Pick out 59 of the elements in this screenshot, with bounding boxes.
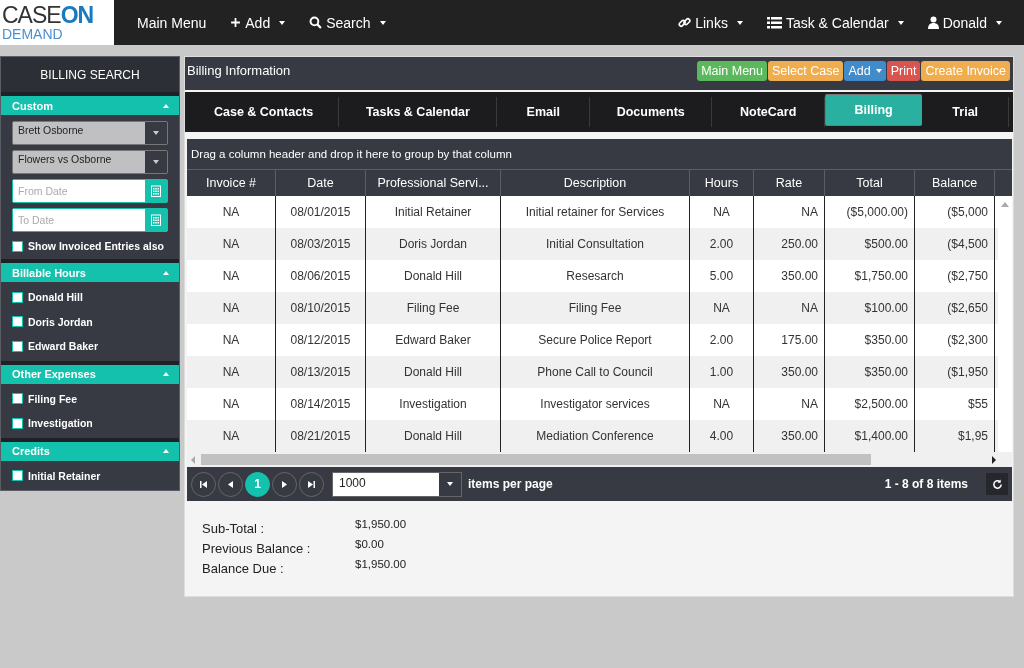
total-label: Sub-Total : xyxy=(202,521,266,536)
checkbox-label: Show Invoiced Entries also xyxy=(28,240,164,252)
nav-link[interactable]: Main Menu xyxy=(137,14,207,31)
checkbox-label: Initial Retainer xyxy=(28,469,101,482)
tab[interactable]: Case & Contacts xyxy=(189,97,340,127)
list-icon xyxy=(766,16,782,29)
dropdown[interactable]: Brett Osborne xyxy=(12,121,168,145)
checkbox-label: Doris Jordan xyxy=(28,315,93,328)
calendar-icon xyxy=(151,185,161,197)
checkbox-label: Donald Hill xyxy=(28,291,83,304)
pager-summary: 1 - 8 of 8 items xyxy=(884,477,968,491)
logo[interactable]: CASEON DEMAND xyxy=(0,0,114,45)
checkbox[interactable] xyxy=(12,291,23,303)
link-icon xyxy=(678,16,692,29)
calendar-icon xyxy=(151,214,161,226)
refresh-button[interactable] xyxy=(986,473,1008,495)
tab[interactable]: Trial xyxy=(922,97,1009,127)
nav-link[interactable]: Donald xyxy=(927,14,1002,31)
checkbox[interactable] xyxy=(12,340,23,352)
nav-link[interactable]: Links xyxy=(678,14,743,31)
page-size-dropdown[interactable]: 1000 xyxy=(332,471,462,497)
checkbox-label: Investigation xyxy=(28,417,93,430)
action-button[interactable]: Print xyxy=(886,61,921,81)
user-icon xyxy=(927,16,939,29)
refresh-icon xyxy=(991,478,1003,490)
date-picker[interactable]: From Date xyxy=(12,179,168,203)
plus-icon xyxy=(230,17,242,28)
previous-icon xyxy=(228,480,233,488)
group-hint: Drag a column header and drop it here to group by that column xyxy=(187,139,1012,169)
last-page-icon xyxy=(308,480,315,488)
total-label: Balance Due : xyxy=(202,561,285,576)
checkbox[interactable] xyxy=(12,240,23,252)
total-label: Previous Balance : xyxy=(202,541,312,556)
nav-link[interactable]: Search xyxy=(309,14,386,31)
action-button[interactable]: Add xyxy=(844,61,886,81)
total-value: $1,950.00 xyxy=(355,518,407,530)
checkbox[interactable] xyxy=(12,417,23,429)
total-value: $0.00 xyxy=(355,538,384,550)
first-page-icon xyxy=(200,480,207,488)
search-icon xyxy=(309,16,323,29)
checkbox-label: Filing Fee xyxy=(28,392,77,405)
scrollbar[interactable] xyxy=(187,452,1012,467)
sidebar-title: BILLING SEARCH xyxy=(1,57,179,92)
date-picker[interactable]: To Date xyxy=(12,208,168,232)
checkbox[interactable] xyxy=(12,316,23,328)
nav-link[interactable]: Add xyxy=(230,14,286,31)
tab[interactable]: NoteCard xyxy=(712,97,825,127)
page-size-label: items per page xyxy=(468,477,553,491)
checkbox-label: Edward Baker xyxy=(28,340,99,353)
tab[interactable]: Email xyxy=(497,97,591,127)
nav-link[interactable]: Task & Calendar xyxy=(766,14,904,31)
tab[interactable]: Tasks & Calendar xyxy=(339,97,498,127)
next-icon xyxy=(282,480,287,488)
total-value: $1,950.00 xyxy=(355,558,407,570)
checkbox[interactable] xyxy=(12,393,23,405)
checkbox[interactable] xyxy=(12,470,23,482)
panel-title: Billing Information xyxy=(187,63,291,78)
dropdown[interactable]: Flowers vs Osborne xyxy=(12,150,168,174)
tab[interactable]: Documents xyxy=(590,97,713,127)
